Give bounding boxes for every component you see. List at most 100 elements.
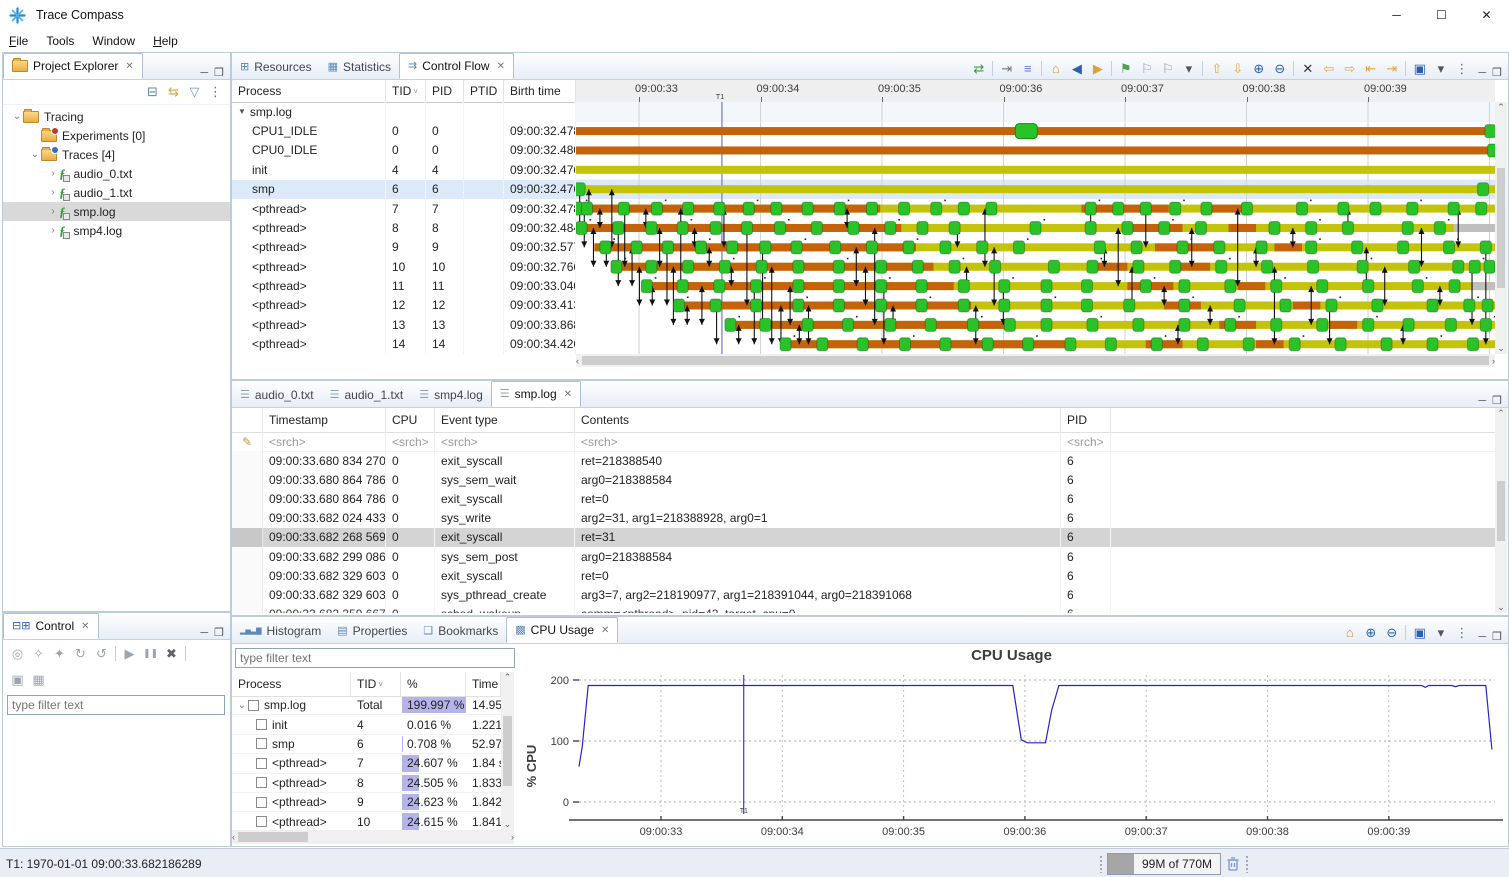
tab-smp-log[interactable]: ☰smp.log✕ <box>491 381 581 407</box>
cpu-row-init[interactable]: init40.016 %1.221 m <box>232 715 501 734</box>
tab-audio-0-txt[interactable]: ☰audio_0.txt <box>232 383 322 407</box>
zoom-out-icon[interactable]: ⊖ <box>1269 58 1290 79</box>
column-header-tid[interactable]: TID˅ <box>351 672 401 696</box>
events-filter-row[interactable]: ✎<srch><srch><srch><srch><srch> <box>232 432 1495 452</box>
prev-marker-icon[interactable]: ⚐ <box>1136 58 1157 79</box>
event-row[interactable]: 09:00:33.680 864 7860exit_syscallret=06 <box>232 489 1495 508</box>
maximize-view-icon[interactable]: ❒ <box>1492 630 1502 643</box>
process-checkbox[interactable] <box>256 777 267 788</box>
close-icon[interactable]: ✕ <box>601 625 609 636</box>
tab-cpu-usage[interactable]: ▩CPU Usage✕ <box>506 617 618 643</box>
maximize-view-icon[interactable]: ❒ <box>1492 66 1502 79</box>
view-menu-icon[interactable]: ⋮ <box>1451 622 1472 643</box>
cpu-row--pthread-[interactable]: <pthread>1024.615 %1.841 s <box>232 812 501 830</box>
process-row--pthread-[interactable]: <pthread>7709:00:32.4788 <box>232 199 576 218</box>
tab-smp4-log[interactable]: ☰smp4.log <box>411 383 491 407</box>
column-header-process[interactable]: Process <box>232 80 386 102</box>
refresh-icon[interactable]: ↻ <box>70 643 91 664</box>
new-connection-icon[interactable]: ✧ <box>28 643 49 664</box>
menu-help[interactable]: Help <box>144 32 187 50</box>
expander-icon[interactable]: › <box>47 187 59 198</box>
cpu-row--pthread-[interactable]: <pthread>824.505 %1.833 s <box>232 774 501 793</box>
tab-bookmarks[interactable]: ❏Bookmarks <box>415 619 506 643</box>
import-icon[interactable]: ↺ <box>91 643 112 664</box>
process-row-cpu0-idle[interactable]: CPU0_IDLE0009:00:32.4800 <box>232 141 576 160</box>
expander-icon[interactable]: › <box>47 168 59 179</box>
process-row--pthread-[interactable]: <pthread>8809:00:32.4843 <box>232 218 576 237</box>
column-header-cpu[interactable]: CPU <box>386 408 435 432</box>
close-window-button[interactable]: ✕ <box>1464 1 1509 30</box>
scroll-down-icon[interactable]: ⌄ <box>504 819 512 830</box>
tab-statistics[interactable]: ▦Statistics <box>320 55 399 79</box>
tree-item-traces-4-[interactable]: ⌄Traces [4] <box>3 145 230 164</box>
show-legend-icon[interactable]: ≡ <box>1017 58 1038 79</box>
events-vertical-scrollbar[interactable]: ⌃ ⌄ <box>1495 408 1507 613</box>
scroll-left-icon[interactable]: ‹ <box>576 356 579 366</box>
scroll-up-icon[interactable]: ⌃ <box>1497 102 1505 113</box>
delete-connection-icon[interactable]: ✦ <box>49 643 70 664</box>
expander-icon[interactable]: ⌄ <box>236 700 248 711</box>
tab-audio-1-txt[interactable]: ☰audio_1.txt <box>322 383 412 407</box>
maximize-window-button[interactable]: ☐ <box>1419 1 1464 30</box>
process-checkbox[interactable] <box>256 758 267 769</box>
scroll-down-icon[interactable]: ⌄ <box>1497 602 1505 613</box>
nav-forward-icon[interactable]: ▶ <box>1087 58 1108 79</box>
column-header-timestamp[interactable]: Timestamp <box>263 408 386 432</box>
process-row--pthread-[interactable]: <pthread>9909:00:32.5775 <box>232 238 576 257</box>
expander-icon[interactable]: ⌄ <box>29 149 41 160</box>
next-marker-icon[interactable]: ⚐ <box>1157 58 1178 79</box>
cpu-table-vertical-scrollbar[interactable]: ⌃ ⌄ <box>501 672 514 830</box>
filter-cell-cpu[interactable]: <srch> <box>386 432 435 451</box>
process-checkbox[interactable] <box>256 816 267 827</box>
close-icon[interactable]: ✕ <box>81 621 89 632</box>
event-row[interactable]: 09:00:33.682 329 6030sys_pthread_createa… <box>232 585 1495 604</box>
follow-cpu-forward-icon[interactable]: ⇨ <box>1339 58 1360 79</box>
process-row--pthread-[interactable]: <pthread>111109:00:33.0404 <box>232 276 576 295</box>
tab-properties[interactable]: ▤Properties <box>329 619 415 643</box>
cpu-table-horizontal-scrollbar[interactable]: ‹ › <box>232 830 514 844</box>
minimize-view-icon[interactable]: ─ <box>1478 67 1486 79</box>
cpu-usage-filter-input[interactable] <box>235 648 515 668</box>
add-bookmark-icon[interactable]: ⚑ <box>1115 58 1136 79</box>
tree-item-experiments-0-[interactable]: Experiments [0] <box>3 126 230 145</box>
follow-cpu-back-icon[interactable]: ⇦ <box>1318 58 1339 79</box>
close-icon[interactable]: ✕ <box>564 389 572 400</box>
close-icon[interactable]: ✕ <box>125 61 133 72</box>
minimize-view-icon[interactable]: ─ <box>1478 631 1486 643</box>
tab-project-explorer[interactable]: Project Explorer ✕ <box>3 53 143 79</box>
scroll-left-icon[interactable]: ‹ <box>232 832 235 842</box>
column-header-pid[interactable]: PID <box>426 80 464 102</box>
tree-item-smp4-log[interactable]: ›ƒsmp4.log <box>3 221 230 240</box>
cpu-row-smp[interactable]: smp60.708 %52.978 <box>232 735 501 754</box>
connect-icon[interactable]: ◎ <box>7 643 28 664</box>
cpu-usage-chart[interactable]: 010020009:00:3309:00:3409:00:3509:00:360… <box>516 669 1507 845</box>
event-row[interactable]: 09:00:33.680 834 2700exit_syscallret=218… <box>232 451 1495 470</box>
column-header-birth-time[interactable]: Birth time <box>504 80 576 102</box>
tab-control-flow[interactable]: ⇉Control Flow✕ <box>399 53 514 79</box>
filter-cell-pid[interactable]: <srch> <box>1061 432 1111 451</box>
process-row-init[interactable]: init4409:00:32.4760 <box>232 160 576 179</box>
event-row[interactable]: 09:00:33.682 359 6670sched_wakeupcomm=<p… <box>232 605 1495 614</box>
process-checkbox[interactable] <box>256 719 267 730</box>
scroll-down-icon[interactable]: ⌄ <box>1497 343 1505 354</box>
minimize-view-icon[interactable]: ─ <box>200 627 208 639</box>
scroll-right-icon[interactable]: › <box>1492 356 1495 366</box>
filter-cell-contents[interactable]: <srch> <box>575 432 1061 451</box>
column-header-percent[interactable]: % <box>401 672 466 696</box>
control-filter-input[interactable] <box>7 695 225 715</box>
menu-window[interactable]: Window <box>83 32 144 50</box>
control-flow-timeline-chart[interactable] <box>576 102 1495 354</box>
tree-item-audio-1-txt[interactable]: ›ƒaudio_1.txt <box>3 183 230 202</box>
prev-event-icon[interactable]: ⇤ <box>1360 58 1381 79</box>
tab-resources[interactable]: ⊞Resources <box>232 55 320 79</box>
menu-file[interactable]: File <box>0 32 37 50</box>
new-view-dropdown-icon[interactable]: ▾ <box>1430 622 1451 643</box>
timeline-vertical-scrollbar[interactable]: ⌃ ⌄ <box>1495 102 1507 354</box>
minimize-view-icon[interactable]: ─ <box>1478 395 1486 407</box>
run-garbage-collector-icon[interactable] <box>1225 855 1241 873</box>
view-menu-icon[interactable]: ⋮ <box>205 82 226 103</box>
tree-item-smp-log[interactable]: ›ƒsmp.log <box>3 202 230 221</box>
marker-dropdown-icon[interactable]: ▾ <box>1178 58 1199 79</box>
stop-trace-icon[interactable]: ✖ <box>161 643 182 664</box>
menu-tools[interactable]: Tools <box>37 32 83 50</box>
